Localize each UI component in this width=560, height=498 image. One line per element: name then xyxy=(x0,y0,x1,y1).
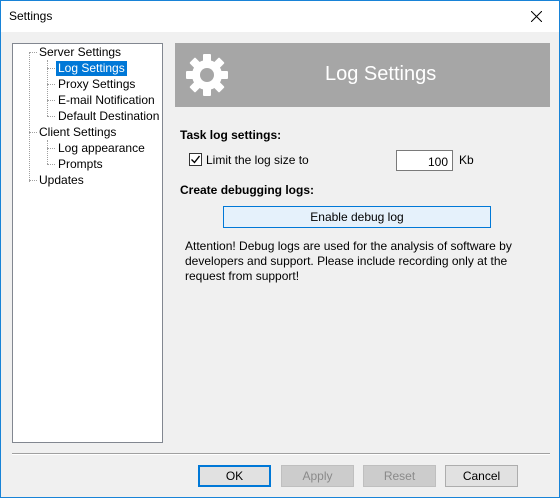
footer-separator xyxy=(12,453,550,455)
close-button[interactable] xyxy=(513,1,559,32)
limit-log-size-label[interactable]: Limit the log size to xyxy=(206,153,309,167)
page-title: Log Settings xyxy=(325,63,437,85)
gear-icon xyxy=(186,54,228,96)
task-log-heading: Task log settings: xyxy=(180,128,282,142)
tree-item-default-destination[interactable]: Default Destination xyxy=(56,109,161,124)
log-size-unit: Kb xyxy=(459,153,474,167)
title-bar: Settings xyxy=(1,1,559,32)
ok-button[interactable]: OK xyxy=(198,465,271,487)
limit-log-size-checkbox[interactable] xyxy=(189,153,202,166)
tree-item-email-notification[interactable]: E-mail Notification xyxy=(56,93,157,108)
tree-item-server-settings[interactable]: Server Settings xyxy=(37,45,123,60)
cancel-button[interactable]: Cancel xyxy=(445,465,518,487)
page-banner: Log Settings xyxy=(175,43,550,107)
attention-text: Attention! Debug logs are used for the a… xyxy=(185,239,512,283)
tree-item-updates[interactable]: Updates xyxy=(37,173,86,188)
settings-tree[interactable]: Server Settings Log Settings Proxy Setti… xyxy=(12,43,163,443)
enable-debug-log-button[interactable]: Enable debug log xyxy=(223,206,491,228)
tree-item-client-settings[interactable]: Client Settings xyxy=(37,125,118,140)
reset-button[interactable]: Reset xyxy=(363,465,436,487)
debug-log-heading: Create debugging logs: xyxy=(180,183,315,197)
log-size-input[interactable] xyxy=(396,150,453,171)
tree-item-prompts[interactable]: Prompts xyxy=(56,157,105,172)
checkmark-icon xyxy=(191,155,200,164)
tree-item-log-settings[interactable]: Log Settings xyxy=(56,61,127,76)
apply-button[interactable]: Apply xyxy=(281,465,354,487)
close-icon xyxy=(530,11,542,22)
window-title: Settings xyxy=(9,9,53,23)
tree-item-proxy-settings[interactable]: Proxy Settings xyxy=(56,77,137,92)
tree-item-log-appearance[interactable]: Log appearance xyxy=(56,141,147,156)
settings-window: Settings Server Settings Log Settings Pr… xyxy=(0,0,560,498)
